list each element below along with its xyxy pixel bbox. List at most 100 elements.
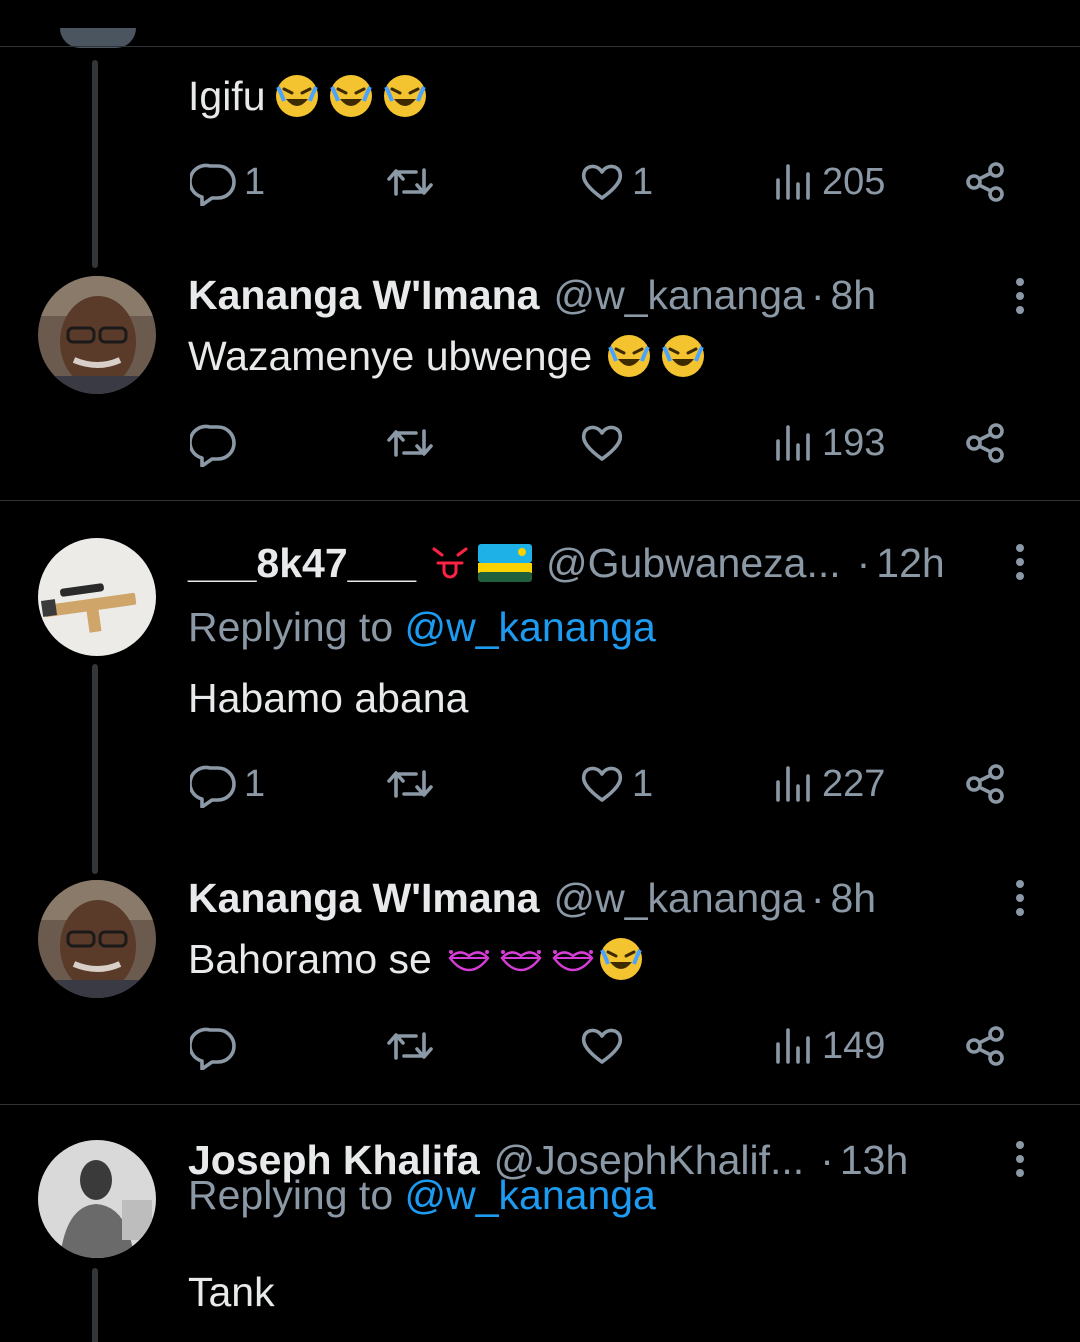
reply-icon (190, 765, 236, 808)
retweet-icon (387, 168, 433, 196)
views-icon (776, 425, 810, 461)
timestamp[interactable]: 12h (876, 540, 944, 587)
views-count: 205 (822, 160, 886, 203)
reply-icon (190, 163, 236, 206)
more-icon[interactable] (1004, 540, 1036, 584)
tongue-emoji-icon (430, 543, 470, 583)
tweet-actions: 1 1 205 (188, 154, 1018, 210)
reply-button[interactable] (190, 415, 244, 471)
author-name[interactable]: ___8k47___ (188, 540, 416, 587)
retweet-icon (387, 1032, 433, 1060)
retweet-button[interactable] (384, 1018, 436, 1074)
tweet-header: Kananga W'Imana @w_kananga · 8h (188, 874, 877, 922)
tweet-text: Bahoramo se (188, 933, 644, 985)
share-button[interactable] (962, 154, 1008, 210)
mention-link[interactable]: @w_kananga (405, 604, 656, 650)
share-button[interactable] (962, 1018, 1008, 1074)
retweet-icon (387, 429, 433, 457)
reply-count: 1 (244, 160, 266, 203)
views-button[interactable]: 205 (772, 154, 885, 210)
rofl-emoji-icon (660, 333, 706, 379)
views-icon (776, 1028, 810, 1064)
author-name[interactable]: Kananga W'Imana (188, 272, 539, 319)
like-button[interactable] (578, 1018, 632, 1074)
share-icon (966, 423, 1004, 463)
views-button[interactable]: 227 (772, 756, 885, 812)
author-handle[interactable]: @Gubwaneza... (546, 540, 841, 587)
top-divider (0, 46, 1080, 47)
avatar[interactable] (38, 1140, 156, 1258)
thread-line (92, 664, 98, 874)
reply-button[interactable]: 1 (190, 154, 265, 210)
tweet-header: ___8k47___ @Gubwaneza... · 12h (188, 539, 945, 587)
retweet-icon (387, 770, 433, 798)
avatar[interactable] (38, 538, 156, 656)
divider (0, 500, 1080, 501)
kiss-lips-emoji-icon (498, 944, 544, 974)
reply-icon (190, 1027, 236, 1070)
kiss-lips-emoji-icon (550, 944, 596, 974)
tweet-actions: 193 (188, 415, 1018, 471)
tweet-header: Kananga W'Imana @w_kananga · 8h (188, 271, 877, 319)
views-icon (776, 164, 810, 200)
thread-line (92, 60, 98, 268)
retweet-button[interactable] (384, 756, 436, 812)
views-icon (776, 766, 810, 802)
like-icon (581, 766, 623, 802)
author-handle[interactable]: @w_kananga (553, 875, 804, 922)
timestamp[interactable]: 13h (840, 1137, 908, 1184)
rofl-emoji-icon (606, 333, 652, 379)
author-handle[interactable]: @w_kananga (553, 272, 804, 319)
like-icon (581, 164, 623, 200)
like-icon (581, 1028, 623, 1064)
reply-count: 1 (244, 762, 266, 805)
timestamp[interactable]: 8h (831, 272, 877, 319)
tweet-text: Wazamenye ubwenge (188, 330, 706, 382)
rofl-emoji-icon (598, 936, 644, 982)
divider (0, 1104, 1080, 1105)
avatar[interactable] (38, 276, 156, 394)
replying-to: Replying to @w_kananga (188, 1172, 656, 1218)
views-count: 193 (822, 421, 886, 464)
like-count: 1 (632, 762, 654, 805)
like-count: 1 (632, 160, 654, 203)
share-icon (966, 1026, 1004, 1066)
views-button[interactable]: 193 (772, 415, 885, 471)
rofl-emoji-icon (274, 73, 320, 119)
like-button[interactable]: 1 (578, 154, 653, 210)
tweet-actions: 149 (188, 1018, 1018, 1074)
replying-to: Replying to @w_kananga (188, 604, 656, 650)
more-icon[interactable] (1004, 274, 1036, 318)
avatar-partial[interactable] (60, 28, 136, 48)
like-button[interactable]: 1 (578, 756, 653, 812)
retweet-button[interactable] (384, 415, 436, 471)
tweet-text: Igifu (188, 70, 428, 122)
share-icon (966, 162, 1004, 202)
like-button[interactable] (578, 415, 632, 471)
views-count: 227 (822, 762, 886, 805)
share-button[interactable] (962, 756, 1008, 812)
retweet-button[interactable] (384, 154, 436, 210)
reply-icon (190, 424, 236, 467)
rofl-emoji-icon (382, 73, 428, 119)
tweet-actions: 1 1 227 (188, 756, 1018, 812)
views-count: 149 (822, 1024, 886, 1067)
avatar[interactable] (38, 880, 156, 998)
rofl-emoji-icon (328, 73, 374, 119)
share-button[interactable] (962, 415, 1008, 471)
tweet-text: Tank (188, 1268, 275, 1315)
author-name[interactable]: Kananga W'Imana (188, 875, 539, 922)
views-button[interactable]: 149 (772, 1018, 885, 1074)
tweet-text: Habamo abana (188, 674, 469, 721)
more-icon[interactable] (1004, 876, 1036, 920)
rwanda-flag-icon (478, 544, 533, 582)
like-icon (581, 425, 623, 461)
reply-button[interactable] (190, 1018, 244, 1074)
more-icon[interactable] (1004, 1137, 1036, 1181)
kiss-lips-emoji-icon (446, 944, 492, 974)
share-icon (966, 764, 1004, 804)
reply-button[interactable]: 1 (190, 756, 265, 812)
mention-link[interactable]: @w_kananga (405, 1172, 656, 1218)
timestamp[interactable]: 8h (831, 875, 877, 922)
thread-line (92, 1268, 98, 1342)
